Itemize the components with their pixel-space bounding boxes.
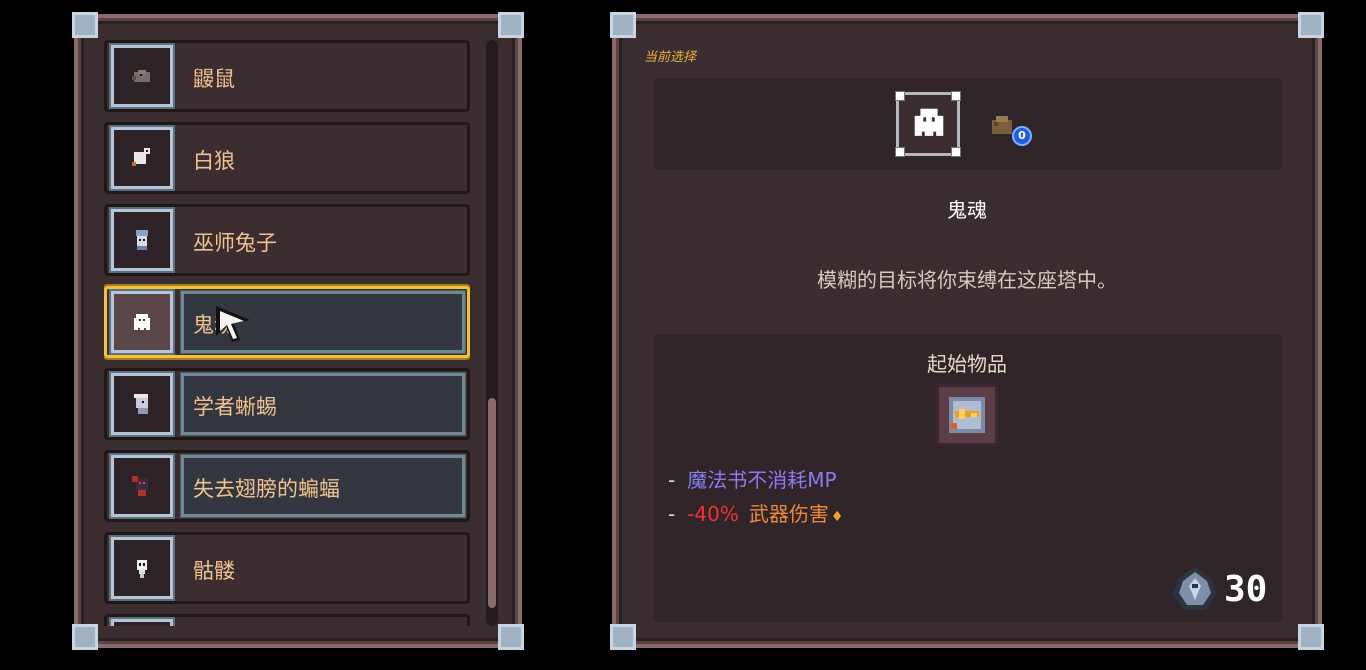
pet-count-badge: 0	[1012, 126, 1032, 146]
character-item-wizard-rabbit[interactable]: 巫师兔子	[104, 204, 470, 276]
perk-no-mp: - 魔法书不消耗MP	[668, 464, 837, 493]
character-thumb-icon	[109, 617, 175, 626]
character-item-label: 学者蜥蜴	[193, 395, 277, 419]
panel-corner	[1298, 624, 1324, 650]
cost-value: 30	[1224, 568, 1268, 610]
character-description: 模糊的目标将你束缚在这座塔中。	[817, 268, 1117, 292]
panel-corner	[498, 624, 524, 650]
character-detail-panel: 当前选择 0 鬼魂 模糊的目标将你束缚在这座塔中。 起始物品 - 魔法书不消耗M…	[610, 12, 1324, 650]
character-portrait	[895, 91, 961, 157]
corner-pin	[951, 147, 961, 157]
corner-pin	[895, 91, 905, 101]
white-wolf-icon	[109, 125, 175, 191]
character-item-wingless-bat[interactable]: 失去翅膀的蝙蝠	[104, 450, 470, 522]
spellbook-icon[interactable]	[936, 384, 998, 446]
panel-corner	[498, 12, 524, 38]
corner-pin	[951, 91, 961, 101]
ghost-icon	[109, 289, 175, 355]
character-item-label: 巫师兔子	[193, 231, 277, 255]
character-item-label: 鼹鼠	[193, 67, 235, 91]
portrait-area	[654, 78, 1282, 170]
character-item-scholar-lizard[interactable]: 学者蜥蜴	[104, 368, 470, 440]
perk-weapon-damage: - -40% 武器伤害 ♦	[668, 498, 843, 527]
character-item-ghost[interactable]: 鬼魂	[104, 286, 470, 358]
corner-pin	[895, 147, 905, 157]
perk-bullet: -	[668, 502, 676, 526]
character-item-label: 失去翅膀的蝙蝠	[193, 477, 340, 501]
character-item-skeleton[interactable]: 骷髅	[104, 532, 470, 604]
pet-companion[interactable]: 0	[988, 112, 1032, 146]
character-item-white-wolf[interactable]: 白狼	[104, 122, 470, 194]
skeleton-icon	[109, 535, 175, 601]
perk-bullet: -	[668, 468, 676, 492]
panel-corner	[72, 12, 98, 38]
character-item-label: 白狼	[193, 149, 235, 173]
wingless-bat-icon	[109, 453, 175, 519]
character-item-next[interactable]	[104, 614, 470, 626]
panel-corner	[72, 624, 98, 650]
character-item-mole[interactable]: 鼹鼠	[104, 40, 470, 112]
soul-crystal-icon	[1173, 567, 1217, 610]
mole-icon	[109, 43, 175, 109]
starting-items-title: 起始物品	[927, 352, 1007, 376]
character-name: 鬼魂	[947, 198, 987, 222]
mouse-cursor-icon	[212, 304, 254, 350]
panel-corner	[1298, 12, 1324, 38]
panel-corner	[610, 12, 636, 38]
scholar-lizard-icon	[109, 371, 175, 437]
perk-value: -40%	[687, 502, 739, 526]
unlock-cost: 30	[1170, 564, 1267, 614]
perk-text: 武器伤害	[748, 502, 829, 526]
wizard-rabbit-icon	[109, 207, 175, 273]
perk-text: 魔法书不消耗MP	[687, 468, 837, 492]
ghost-icon	[914, 108, 944, 136]
list-scrollbar-thumb[interactable]	[488, 398, 496, 608]
character-list-panel: 鼹鼠 白狼 巫师兔子 鬼魂 学者蜥蜴 失去翅膀的蝙蝠 骷髅	[72, 12, 524, 650]
flame-icon: ♦	[830, 509, 844, 525]
character-list[interactable]: 鼹鼠 白狼 巫师兔子 鬼魂 学者蜥蜴 失去翅膀的蝙蝠 骷髅	[104, 40, 470, 626]
character-item-label: 骷髅	[193, 559, 235, 583]
panel-corner	[610, 624, 636, 650]
current-selection-label: 当前选择	[644, 50, 697, 65]
